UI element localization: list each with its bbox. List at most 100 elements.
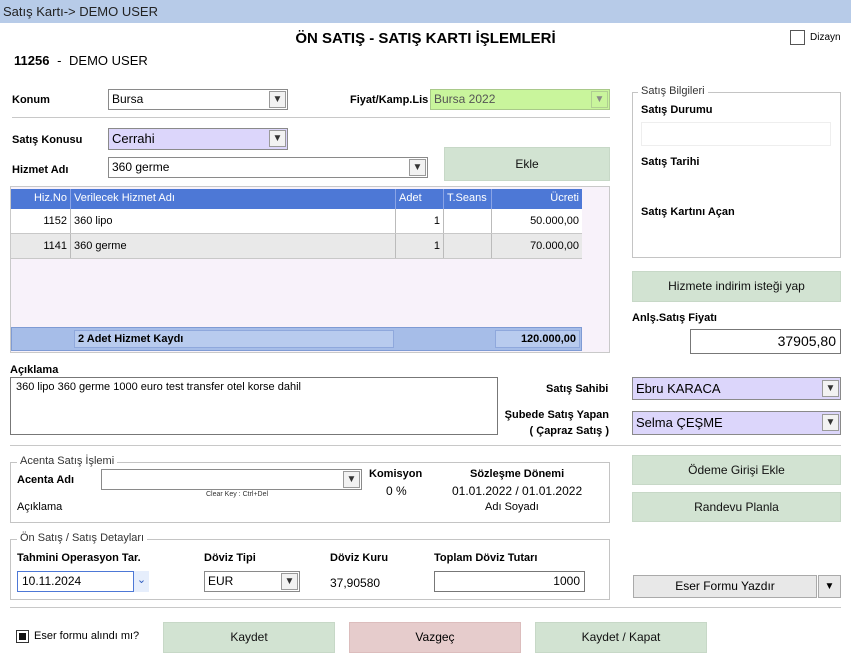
divider <box>10 445 841 446</box>
row-name: 360 germe <box>71 234 396 258</box>
konum-value: Bursa <box>112 92 144 106</box>
chevron-down-icon[interactable]: ▼ <box>818 575 841 598</box>
toplam-doviz-input[interactable]: 1000 <box>434 571 585 592</box>
kaydet-button[interactable]: Kaydet <box>163 622 335 653</box>
hizmet-adi-value: 360 germe <box>112 160 170 174</box>
satis-bilgileri-group <box>632 92 841 258</box>
row-ucret: 70.000,00 <box>530 240 579 252</box>
adi-soyadi-label: Adı Soyadı <box>485 501 539 513</box>
row-ucret: 50.000,00 <box>530 215 579 227</box>
grid-footer-count: 2 Adet Hizmet Kaydı <box>74 330 394 348</box>
grid-footer-total: 120.000,00 <box>495 330 580 348</box>
user-header: 11256 - DEMO USER <box>14 53 148 68</box>
chevron-down-icon[interactable]: ▼ <box>409 159 426 176</box>
satis-tarihi-label: Satış Tarihi <box>641 156 700 168</box>
satis-karti-acan-label: Satış Kartını Açan <box>641 206 735 218</box>
satis-sahibi-label: Satış Sahibi <box>546 383 609 395</box>
table-row[interactable]: 1141 360 germe 1 70.000,00 <box>11 234 582 259</box>
divider <box>12 117 610 118</box>
satis-sahibi-select[interactable]: Ebru KARACA ▼ <box>632 377 841 400</box>
eser-alindi-checkbox[interactable] <box>16 630 29 643</box>
aciklama-textarea[interactable]: 360 lipo 360 germe 1000 euro test transf… <box>10 377 498 435</box>
hizmet-adi-select[interactable]: 360 germe ▼ <box>108 157 428 178</box>
doviz-tipi-select[interactable]: EUR ▼ <box>204 571 300 592</box>
vazgec-button[interactable]: Vazgeç <box>349 622 521 653</box>
col-ucret[interactable]: Ücreti <box>492 189 582 209</box>
op-tar-label: Tahmini Operasyon Tar. <box>17 552 141 564</box>
acenta-adi-select[interactable]: ▼ <box>101 469 362 490</box>
user-name: DEMO USER <box>69 53 148 68</box>
row-no: 1152 <box>11 209 71 233</box>
randevu-planla-button[interactable]: Randevu Planla <box>632 492 841 522</box>
grid-footer: 2 Adet Hizmet Kaydı 120.000,00 <box>11 327 582 351</box>
doviz-tipi-value: EUR <box>208 574 234 588</box>
col-hizmet-adi[interactable]: Verilecek Hizmet Adı <box>71 189 396 209</box>
acenta-legend: Acenta Satış İşlemi <box>17 455 118 467</box>
row-seans <box>444 234 492 258</box>
op-tar-input[interactable]: 10.11.2024 <box>17 571 134 592</box>
ekle-button[interactable]: Ekle <box>444 147 610 181</box>
kaydet-kapat-button[interactable]: Kaydet / Kapat <box>535 622 707 653</box>
satis-durumu-field <box>641 122 831 146</box>
indirim-istegi-button[interactable]: Hizmete indirim isteği yap <box>632 271 841 302</box>
doviz-tipi-label: Döviz Tipi <box>204 552 256 564</box>
page-title: ÖN SATIŞ - SATIŞ KARTI İŞLEMLERİ <box>295 30 556 47</box>
grid-header: Hiz.No Verilecek Hizmet Adı Adet T.Seans… <box>11 189 582 209</box>
satis-bilgileri-legend: Satış Bilgileri <box>638 85 708 97</box>
row-no: 1141 <box>11 234 71 258</box>
odeme-girisi-button[interactable]: Ödeme Girişi Ekle <box>632 455 841 485</box>
col-adet[interactable]: Adet <box>396 189 444 209</box>
konum-label: Konum <box>12 94 50 106</box>
detay-legend: Ön Satış / Satış Detayları <box>17 532 148 544</box>
acenta-aciklama-label: Açıklama <box>17 501 63 513</box>
clear-key-hint: Clear Key : Ctrl+Del <box>206 491 269 498</box>
toplam-doviz-label: Toplam Döviz Tutarı <box>434 552 538 564</box>
doviz-kuru-label: Döviz Kuru <box>330 552 389 564</box>
konum-select[interactable]: Bursa ▼ <box>108 89 288 110</box>
col-tseans[interactable]: T.Seans <box>444 189 492 209</box>
chevron-down-icon[interactable]: ▼ <box>591 91 608 108</box>
window-title: Satış Kartı-> DEMO USER <box>0 0 851 23</box>
row-adet: 1 <box>396 234 444 258</box>
fiyat-select[interactable]: Bursa 2022 ▼ <box>430 89 610 110</box>
dizayn-label: Dizayn <box>810 32 841 43</box>
sozlesme-value: 01.01.2022 / 01.01.2022 <box>452 484 583 498</box>
subede-label: Şubede Satış Yapan <box>504 409 609 421</box>
row-seans <box>444 209 492 233</box>
table-row[interactable]: 1152 360 lipo 1 50.000,00 <box>11 209 582 234</box>
dizayn-checkbox[interactable] <box>790 30 805 45</box>
user-id: 11256 <box>14 53 50 68</box>
acenta-adi-label: Acenta Adı <box>17 474 75 486</box>
user-separator: - <box>57 53 62 68</box>
satis-sahibi-value: Ebru KARACA <box>636 381 721 396</box>
chevron-down-icon[interactable]: ▼ <box>343 471 360 488</box>
eser-alindi-label: Eser formu alındı mı? <box>34 630 140 642</box>
doviz-kuru-value: 37,90580 <box>330 576 381 590</box>
chevron-down-icon[interactable]: ▼ <box>269 91 286 108</box>
col-hizno[interactable]: Hiz.No <box>11 189 71 209</box>
komisyon-label: Komisyon <box>369 468 423 480</box>
satis-konusu-select[interactable]: Cerrahi ▼ <box>108 128 288 150</box>
chevron-down-icon[interactable]: ▼ <box>281 573 298 590</box>
komisyon-value: 0 % <box>386 484 407 498</box>
row-name: 360 lipo <box>71 209 396 233</box>
eser-formu-yazdir-button[interactable]: Eser Formu Yazdır <box>633 575 817 598</box>
subede-satis-value: Selma ÇEŞME <box>636 415 723 430</box>
fiyat-label: Fiyat/Kamp.Lis <box>350 94 429 106</box>
hizmet-adi-label: Hizmet Adı <box>12 164 69 176</box>
satis-konusu-label: Satış Konusu <box>12 134 83 146</box>
chevron-down-icon[interactable]: ▼ <box>822 414 839 431</box>
chevron-down-icon[interactable]: ⌄ <box>134 571 149 592</box>
satis-durumu-label: Satış Durumu <box>641 104 713 116</box>
anls-fiyat-label: Anlş.Satış Fiyatı <box>632 312 717 324</box>
capraz-satis-label: ( Çapraz Satış ) <box>529 425 609 437</box>
service-grid: Hiz.No Verilecek Hizmet Adı Adet T.Seans… <box>10 186 610 353</box>
sozlesme-label: Sözleşme Dönemi <box>470 468 565 480</box>
anls-fiyat-input[interactable]: 37905,80 <box>690 329 841 354</box>
chevron-down-icon[interactable]: ▼ <box>269 130 286 147</box>
fiyat-value: Bursa 2022 <box>434 92 496 106</box>
subede-satis-select[interactable]: Selma ÇEŞME ▼ <box>632 411 841 435</box>
satis-konusu-value: Cerrahi <box>112 131 155 146</box>
checkbox-check-icon <box>19 633 26 640</box>
chevron-down-icon[interactable]: ▼ <box>822 380 839 397</box>
